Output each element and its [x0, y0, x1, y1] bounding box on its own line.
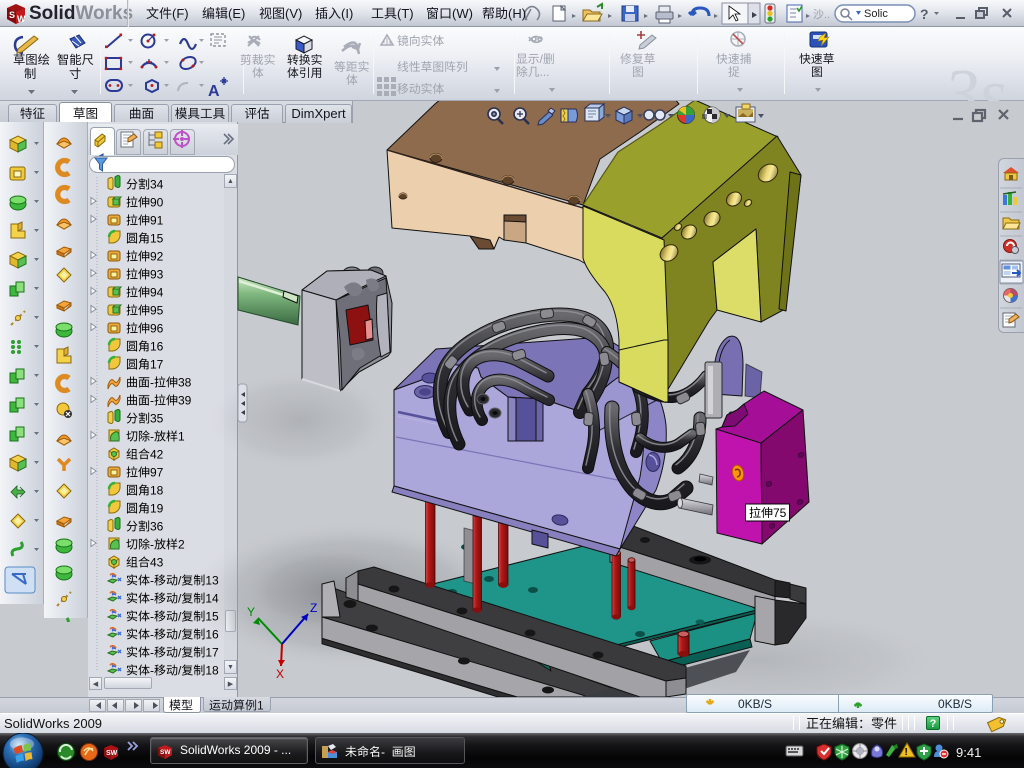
svg-text:0KB/S: 0KB/S: [738, 697, 772, 711]
svg-text:3s: 3s: [943, 56, 1006, 101]
svg-text:沙..: 沙..: [813, 8, 830, 21]
svg-text:X: X: [276, 667, 284, 681]
svg-text:A: A: [208, 83, 220, 100]
svg-text:0KB/S: 0KB/S: [938, 697, 972, 711]
svg-text:Z: Z: [310, 601, 317, 615]
svg-text:Y: Y: [247, 605, 255, 619]
svg-text:9:41: 9:41: [956, 745, 981, 760]
svg-text:S: S: [9, 10, 15, 20]
svg-text:SW: SW: [160, 749, 171, 756]
svg-text:?: ?: [920, 6, 929, 22]
svg-text:!: !: [905, 747, 908, 758]
svg-text:SW: SW: [106, 750, 118, 757]
svg-text:Solic: Solic: [864, 8, 888, 20]
svg-text:W: W: [17, 14, 26, 24]
